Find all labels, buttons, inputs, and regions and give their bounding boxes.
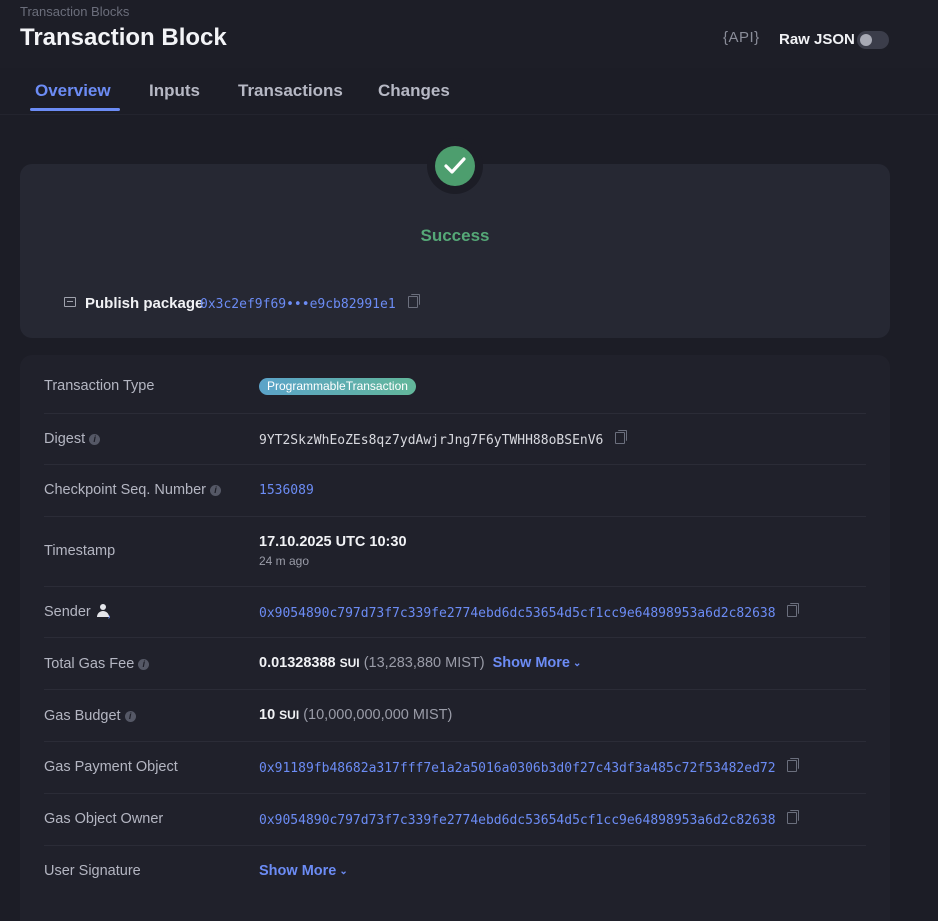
sender-address[interactable]: 0x9054890c797d73f7c339fe2774ebd6dc53654d…	[259, 603, 800, 621]
gas-payment-object-link[interactable]: 0x91189fb48682a317fff7e1a2a5016a0306b3d0…	[259, 758, 800, 776]
chevron-down-icon: ⌄	[572, 658, 582, 669]
gas-fee-unit: SUI	[339, 656, 360, 670]
copy-icon[interactable]	[615, 430, 628, 444]
row-divider	[44, 689, 866, 690]
gas-fee-mist: (13,283,880 MIST)	[363, 655, 485, 671]
package-icon	[64, 297, 76, 307]
gas-object-owner-link[interactable]: 0x9054890c797d73f7c339fe2774ebd6dc53654d…	[259, 810, 800, 828]
info-icon[interactable]: i	[89, 434, 101, 445]
sender-address-text[interactable]: 0x9054890c797d73f7c339fe2774ebd6dc53654d…	[259, 606, 776, 621]
transaction-type-badge: ProgrammableTransaction	[259, 378, 416, 395]
total-gas-fee-value: 0.01328388 SUI (13,283,880 MIST) Show Mo…	[259, 655, 581, 671]
row-divider	[44, 516, 866, 517]
info-icon[interactable]: i	[124, 711, 136, 722]
tab-changes[interactable]: Changes	[378, 81, 450, 101]
page-title: Transaction Block	[20, 24, 227, 51]
gas-budget-label: Gas Budget i	[44, 708, 136, 724]
api-button[interactable]: {API}	[723, 29, 760, 46]
info-icon[interactable]: i	[210, 485, 221, 496]
user-signature-label: User Signature	[44, 863, 141, 879]
row-divider	[44, 464, 866, 465]
copy-icon[interactable]	[407, 294, 420, 308]
chevron-down-icon: ⌄	[339, 866, 348, 877]
tab-bar: Overview Inputs Transactions Changes	[0, 68, 938, 114]
row-divider	[44, 413, 866, 414]
tab-transactions[interactable]: Transactions	[238, 81, 343, 101]
gas-budget-amount: 10	[259, 707, 276, 723]
row-divider	[44, 741, 866, 742]
timestamp-label: Timestamp	[44, 543, 116, 559]
copy-icon[interactable]	[787, 810, 800, 824]
page-header: Transaction Blocks Transaction Block {AP…	[0, 0, 938, 68]
checkpoint-link[interactable]: 1536089	[259, 483, 314, 498]
show-more-button[interactable]: Show More ⌄	[493, 655, 582, 671]
timestamp-value: 17.10.2025 UTC 10:30	[259, 534, 407, 550]
checkpoint-label: Checkpoint Seq. Number i	[44, 482, 221, 498]
total-gas-fee-label: Total Gas Fee i	[44, 656, 150, 672]
digest-text: 9YT2SkzWhEoZEs8qz7ydAwjrJng7F6yTWHH88oBS…	[259, 433, 604, 448]
gas-payment-object-text[interactable]: 0x91189fb48682a317fff7e1a2a5016a0306b3d0…	[259, 761, 776, 776]
gas-object-owner-text[interactable]: 0x9054890c797d73f7c339fe2774ebd6dc53654d…	[259, 813, 776, 828]
info-icon[interactable]: i	[138, 659, 150, 670]
package-id[interactable]: 0x3c2ef9f69•••e9cb82991e1	[200, 297, 396, 312]
sender-icon: ›	[96, 604, 113, 621]
digest-value: 9YT2SkzWhEoZEs8qz7ydAwjrJng7F6yTWHH88oBS…	[259, 430, 628, 448]
row-divider	[44, 637, 866, 638]
tabs-divider	[0, 114, 938, 115]
row-divider	[44, 793, 866, 794]
gas-object-owner-label: Gas Object Owner	[44, 811, 164, 827]
gas-payment-object-label: Gas Payment Object	[44, 759, 178, 775]
gas-budget-unit: SUI	[279, 708, 300, 722]
transaction-type-label: Transaction Type	[44, 378, 155, 394]
copy-icon[interactable]	[787, 758, 800, 772]
status-text: Success	[420, 226, 490, 245]
gas-fee-amount: 0.01328388	[259, 655, 336, 671]
raw-json-toggle[interactable]	[857, 31, 889, 49]
copy-icon[interactable]	[787, 603, 800, 617]
gas-budget-mist: (10,000,000,000 MIST)	[303, 707, 453, 723]
publish-package-label: Publish package	[85, 295, 204, 312]
breadcrumb[interactable]: Transaction Blocks	[20, 4, 129, 19]
checkmark-icon	[435, 146, 475, 186]
package-id-link[interactable]: 0x3c2ef9f69•••e9cb82991e1	[200, 294, 420, 312]
row-divider	[44, 845, 866, 846]
row-divider	[44, 586, 866, 587]
active-tab-indicator	[30, 108, 120, 111]
toggle-knob	[860, 34, 872, 46]
timestamp-relative: 24 m ago	[259, 554, 310, 568]
digest-label: Digest i	[44, 431, 101, 447]
gas-budget-value: 10 SUI (10,000,000,000 MIST)	[259, 707, 452, 723]
tab-overview[interactable]: Overview	[35, 81, 111, 101]
user-signature-show-more[interactable]: Show More ⌄	[259, 863, 348, 879]
raw-json-label: Raw JSON	[779, 31, 855, 48]
sender-label: Sender ›	[44, 604, 113, 621]
tab-inputs[interactable]: Inputs	[149, 81, 200, 101]
